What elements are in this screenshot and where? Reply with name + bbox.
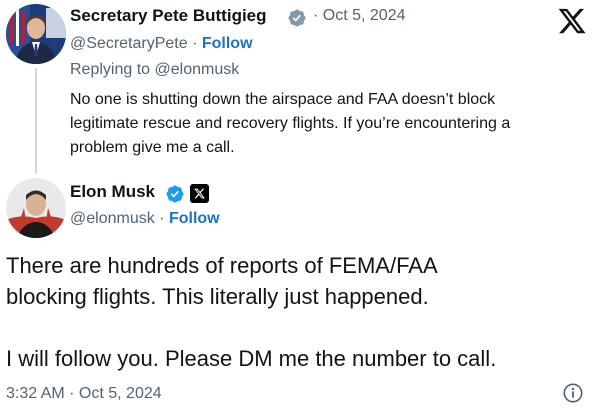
x-logo-icon[interactable] <box>556 6 588 36</box>
tweet-date[interactable]: · Oct 5, 2024 <box>313 7 406 25</box>
tweet-text: No one is shutting down the airspace and… <box>70 88 596 160</box>
date-link[interactable]: Oct 5, 2024 <box>323 7 406 24</box>
info-icon[interactable] <box>562 382 584 404</box>
government-verified-icon <box>288 9 306 27</box>
verified-badge-icon <box>166 185 184 203</box>
follow-button[interactable]: Follow <box>202 35 253 52</box>
separator-dot: · <box>159 210 165 227</box>
tweet-text-line: No one is shutting down the airspace and… <box>70 91 496 108</box>
tweet-text-line: problem give me a call. <box>70 139 235 156</box>
tweet-text: There are hundreds of reports of FEMA/FA… <box>6 250 596 374</box>
thread-connector-line <box>35 68 37 174</box>
separator-dot: · <box>313 7 319 24</box>
author-name[interactable]: Secretary Pete Buttigieg <box>70 6 267 26</box>
tweet-timestamp[interactable]: 3:32 AM · Oct 5, 2024 <box>6 385 162 403</box>
tweet-text-line: There are hundreds of reports of FEMA/FA… <box>6 253 438 278</box>
tweet-text-line: legitimate rescue and recovery flights. … <box>70 115 511 132</box>
x-affiliate-badge-icon[interactable] <box>190 184 209 203</box>
replying-to[interactable]: Replying to @elonmusk <box>70 61 239 79</box>
handle-row: @SecretaryPete · Follow <box>70 35 253 53</box>
author-name[interactable]: Elon Musk <box>70 182 155 202</box>
handle-row: @elonmusk · Follow <box>70 210 220 228</box>
author-handle[interactable]: @elonmusk <box>70 210 155 227</box>
avatar-pete-buttigieg[interactable] <box>6 4 66 64</box>
tweet-text-line: blocking flights. This literally just ha… <box>6 284 429 309</box>
avatar-elon-musk[interactable] <box>6 178 66 238</box>
author-handle[interactable]: @SecretaryPete <box>70 35 188 52</box>
tweet-text-line: I will follow you. Please DM me the numb… <box>6 346 497 371</box>
separator-dot: · <box>192 35 198 52</box>
follow-button[interactable]: Follow <box>169 210 220 227</box>
